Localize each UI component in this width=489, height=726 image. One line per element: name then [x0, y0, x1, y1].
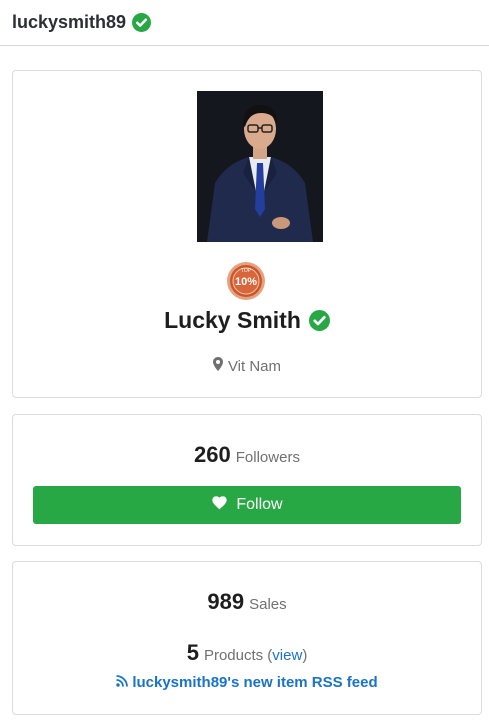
followers-count: 260 — [194, 442, 231, 467]
rss-feed-link[interactable]: luckysmith89's new item RSS feed — [132, 674, 377, 691]
badge-top-text: TOP — [241, 268, 252, 274]
sales-card: 989 Sales 5 Products (view) luckysmith89… — [12, 561, 482, 715]
products-label-text: Products ( — [203, 647, 273, 664]
rss-feed-row: luckysmith89's new item RSS feed — [13, 674, 481, 691]
products-label-close: ) — [302, 647, 308, 664]
follow-button-label: Follow — [236, 496, 283, 513]
avatar[interactable] — [197, 91, 323, 242]
top-10-percent-badge: TOP 10% — [226, 261, 266, 301]
location-row: Vit Nam — [13, 357, 481, 375]
view-products-link[interactable]: view — [272, 647, 302, 664]
sales-label: Sales — [249, 596, 287, 613]
location-text: Vit Nam — [227, 357, 282, 375]
profile-name: Lucky Smith — [164, 307, 301, 333]
sales-count: 989 — [207, 589, 245, 614]
follow-button[interactable]: Follow — [33, 486, 461, 524]
verified-check-icon — [132, 13, 152, 32]
heart-icon — [211, 495, 228, 515]
profile-name-row: Lucky Smith — [13, 307, 481, 334]
products-label: Products (view) — [204, 647, 307, 664]
rss-icon — [116, 674, 129, 691]
badge-percent-text: 10% — [235, 276, 257, 288]
map-marker-icon — [212, 357, 223, 375]
products-count: 5 — [186, 640, 199, 665]
verified-check-icon — [308, 310, 330, 331]
products-stat: 5 Products (view) — [13, 640, 481, 666]
followers-stat: 260 Followers — [13, 442, 481, 468]
profile-card: TOP 10% Lucky Smith Vit Nam — [12, 70, 482, 398]
sales-stat: 989 Sales — [13, 589, 481, 615]
username-title: luckysmith89 — [12, 12, 127, 32]
followers-card: 260 Followers Follow — [12, 414, 482, 546]
followers-label: Followers — [235, 449, 300, 466]
page-header: luckysmith89 — [0, 0, 489, 46]
